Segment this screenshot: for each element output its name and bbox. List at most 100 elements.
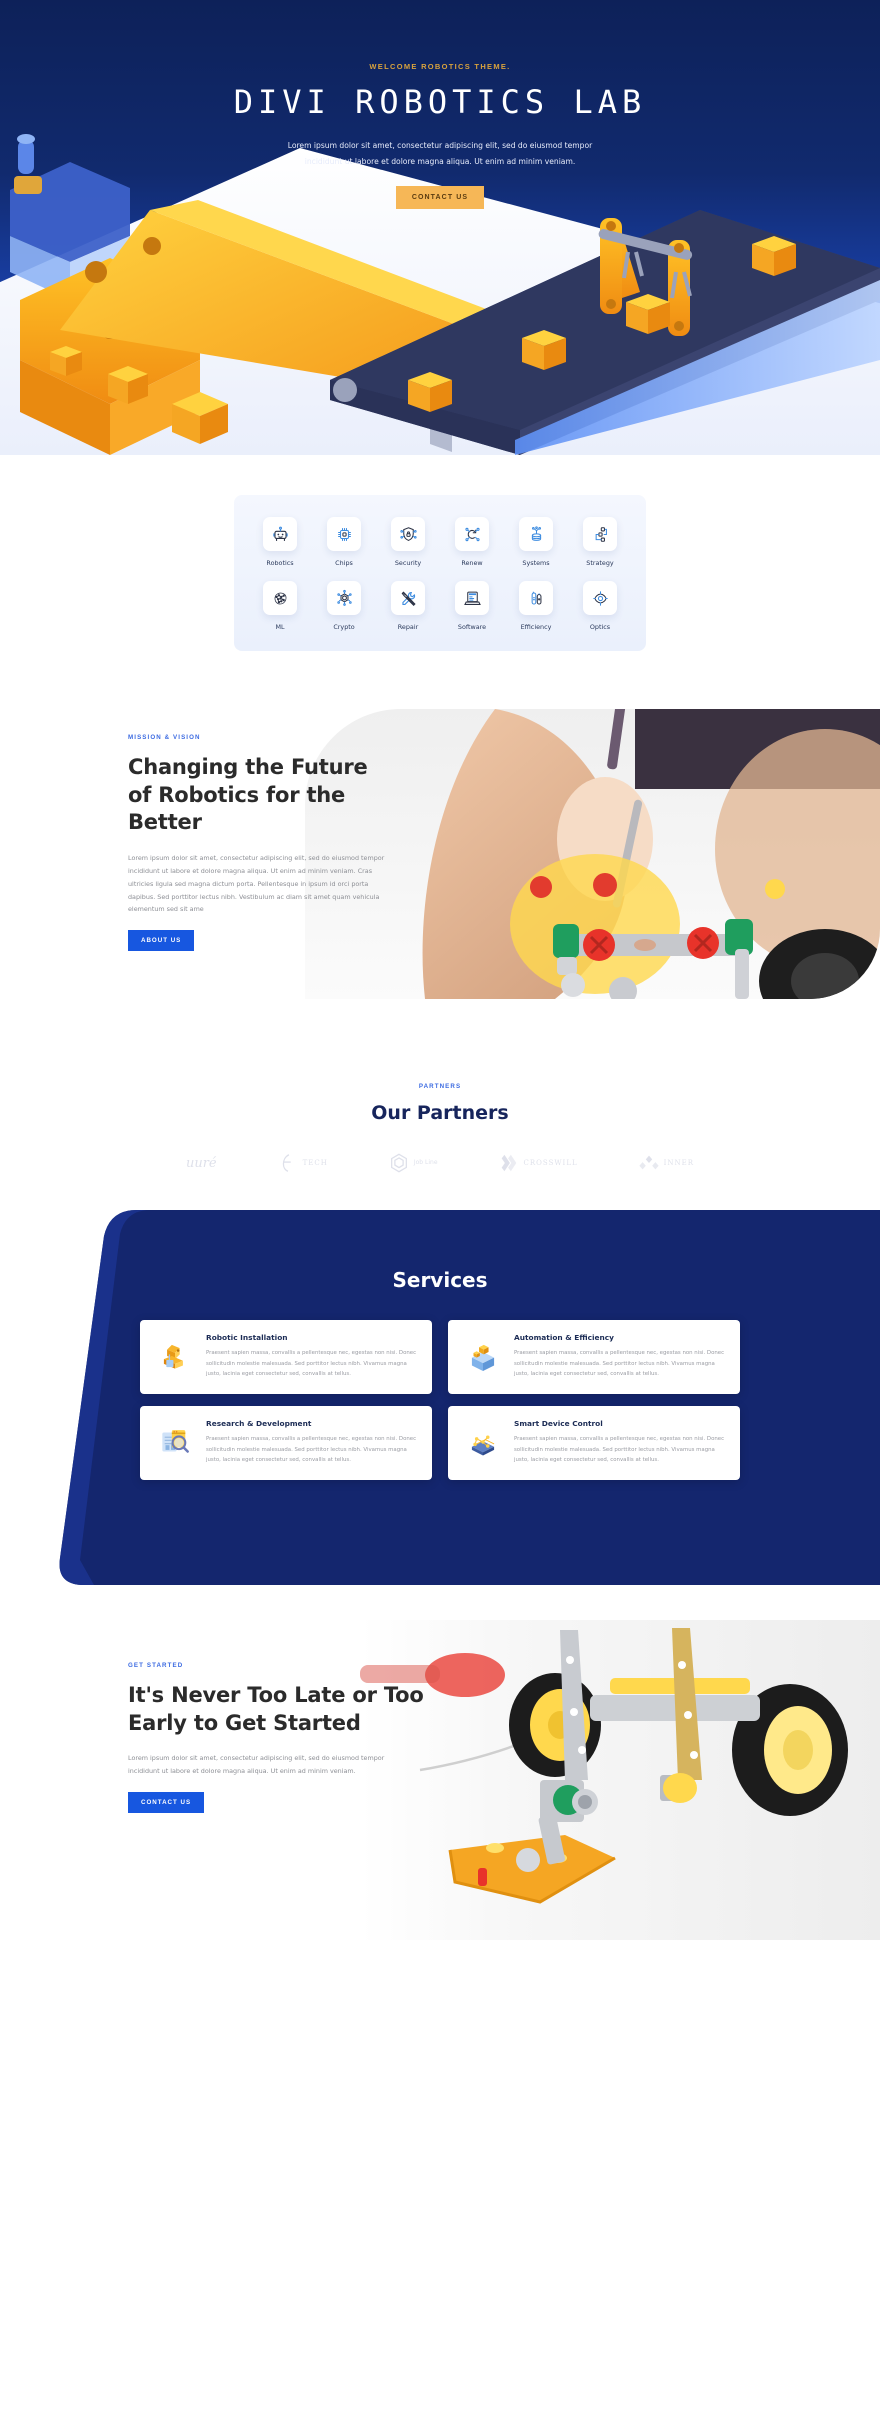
icon-cell-security[interactable]: Security	[376, 517, 440, 567]
icon-label: Strategy	[586, 559, 614, 567]
service-card-title: Research & Development	[206, 1419, 312, 1428]
mission-vision-section: MISSION & VISION Changing the Future of …	[0, 709, 880, 1019]
service-card-text: Praesent sapien massa, convallis a pelle…	[514, 1350, 725, 1378]
get-started-heading: It's Never Too Late or Too Early to Get …	[128, 1683, 424, 1735]
icon-cell-repair[interactable]: Repair	[376, 581, 440, 631]
icon-label: Robotics	[266, 559, 294, 567]
landing-page: WELCOME ROBOTICS THEME. DIVI ROBOTICS LA…	[0, 0, 880, 1944]
eye-lens-icon	[583, 581, 617, 615]
get-started-body: Lorem ipsum dolor sit amet, consectetur …	[128, 1754, 385, 1776]
mission-eyebrow: MISSION & VISION	[128, 734, 201, 741]
icon-grid-section: Robotics Chips Security Renew Systems St…	[0, 455, 880, 691]
icon-cell-systems[interactable]: Systems	[504, 517, 568, 567]
partner-logo-jobline[interactable]: Job Line	[388, 1150, 438, 1176]
icon-label: Software	[457, 623, 487, 631]
icon-grid-panel: Robotics Chips Security Renew Systems St…	[234, 495, 646, 651]
partner-logo-crosswill[interactable]: CROSSWILL	[498, 1150, 578, 1176]
hero-subtitle: Lorem ipsum dolor sit amet, consectetur …	[287, 141, 593, 167]
services-card-grid: Robotic Installation Praesent sapien mas…	[140, 1320, 740, 1480]
mission-heading: Changing the Future of Robotics for the …	[128, 755, 368, 835]
icon-cell-robotics[interactable]: Robotics	[248, 517, 312, 567]
service-card-body: Automation & Efficiency Praesent sapien …	[514, 1333, 726, 1381]
icon-cell-renew[interactable]: Renew	[440, 517, 504, 567]
icon-cell-ml[interactable]: ML	[248, 581, 312, 631]
partner-name-line: Job Line	[413, 1158, 438, 1166]
icon-label: Efficiency	[520, 623, 552, 631]
neural-brain-icon	[263, 581, 297, 615]
partner-name: TECH	[302, 1159, 328, 1167]
services-content: Services Robotic Installation Praesent s…	[0, 1210, 880, 1480]
service-card-robotic-installation[interactable]: Robotic Installation Praesent sapien mas…	[140, 1320, 432, 1394]
partner-logo-tech[interactable]: TECH	[277, 1150, 328, 1176]
hero-title: DIVI ROBOTICS LAB	[233, 83, 647, 121]
get-started-text-block: GET STARTED It's Never Too Late or Too E…	[128, 1662, 448, 1814]
service-card-title: Automation & Efficiency	[514, 1333, 614, 1342]
robot-icon	[263, 517, 297, 551]
icon-grid: Robotics Chips Security Renew Systems St…	[248, 517, 632, 631]
icon-label: Chips	[335, 559, 353, 567]
about-us-button[interactable]: ABOUT US	[128, 930, 195, 952]
partner-logo-inner[interactable]: INNER	[638, 1150, 694, 1176]
partner-logo-uure[interactable]: uuré	[186, 1150, 217, 1176]
service-card-body: Research & Development Praesent sapien m…	[206, 1419, 418, 1467]
robot-arm-icon	[154, 1333, 196, 1381]
icon-cell-software[interactable]: Software	[440, 581, 504, 631]
service-card-automation-efficiency[interactable]: Automation & Efficiency Praesent sapien …	[448, 1320, 740, 1394]
get-started-eyebrow: GET STARTED	[128, 1662, 184, 1669]
magnifier-chart-icon	[154, 1419, 196, 1467]
partners-logo-row: uuré TECH Job Line CROSSWILL INNER	[0, 1150, 880, 1176]
leaf-mark-icon	[282, 1154, 291, 1172]
mission-text-block: MISSION & VISION Changing the Future of …	[128, 734, 393, 952]
partners-section: PARTNERS Our Partners uuré TECH Job Line	[0, 1019, 880, 1186]
icon-cell-strategy[interactable]: Strategy	[568, 517, 632, 567]
icon-cell-crypto[interactable]: Crypto	[312, 581, 376, 631]
get-started-section: GET STARTED It's Never Too Late or Too E…	[0, 1614, 880, 1944]
hero-content: WELCOME ROBOTICS THEME. DIVI ROBOTICS LA…	[0, 0, 880, 210]
laptop-code-icon	[455, 581, 489, 615]
chip-icon	[327, 517, 361, 551]
battery-icon	[519, 581, 553, 615]
icon-cell-efficiency[interactable]: Efficiency	[504, 581, 568, 631]
icon-label: Crypto	[333, 623, 355, 631]
service-card-text: Praesent sapien massa, convallis a pelle…	[206, 1436, 417, 1464]
icon-label: Security	[394, 559, 422, 567]
mission-body: Lorem ipsum dolor sit amet, consectetur …	[128, 854, 385, 914]
partner-name: CROSSWILL	[523, 1159, 578, 1167]
icon-cell-optics[interactable]: Optics	[568, 581, 632, 631]
service-card-text: Praesent sapien massa, convallis a pelle…	[514, 1436, 725, 1464]
service-card-text: Praesent sapien massa, convallis a pelle…	[206, 1350, 417, 1378]
flowchart-icon	[583, 517, 617, 551]
renew-network-icon	[455, 517, 489, 551]
diamond-mark-icon	[501, 1154, 516, 1172]
cluster-mark-icon	[639, 1155, 659, 1170]
partner-name: uuré	[185, 1155, 217, 1171]
hero-contact-us-button[interactable]: CONTACT US	[395, 186, 485, 210]
partner-name: INNER	[663, 1159, 695, 1167]
icon-label: Repair	[397, 623, 419, 631]
server-antenna-icon	[519, 517, 553, 551]
hex-mark-icon	[390, 1153, 407, 1173]
hero-eyebrow: WELCOME ROBOTICS THEME.	[369, 62, 511, 71]
service-card-smart-device-control[interactable]: Smart Device Control Praesent sapien mas…	[448, 1406, 740, 1480]
service-card-body: Smart Device Control Praesent sapien mas…	[514, 1419, 726, 1467]
icon-label: Systems	[522, 559, 550, 567]
wrench-screwdriver-icon	[391, 581, 425, 615]
hero-section: WELCOME ROBOTICS THEME. DIVI ROBOTICS LA…	[0, 0, 880, 455]
icon-cell-chips[interactable]: Chips	[312, 517, 376, 567]
icon-label: Optics	[589, 623, 611, 631]
service-card-body: Robotic Installation Praesent sapien mas…	[206, 1333, 418, 1381]
service-card-title: Smart Device Control	[514, 1419, 603, 1428]
partner-name: Job Line	[413, 1158, 438, 1167]
service-card-title: Robotic Installation	[206, 1333, 288, 1342]
icon-label: Renew	[461, 559, 483, 567]
network-tablet-icon	[462, 1419, 504, 1467]
hexagon-node-icon	[327, 581, 361, 615]
icon-label: ML	[275, 623, 285, 631]
shield-lock-icon	[391, 517, 425, 551]
services-title: Services	[392, 1268, 488, 1292]
service-card-research-development[interactable]: Research & Development Praesent sapien m…	[140, 1406, 432, 1480]
services-section: Services Robotic Installation Praesent s…	[0, 1210, 880, 1600]
open-box-icon	[462, 1333, 504, 1381]
partners-eyebrow: PARTNERS	[418, 1083, 462, 1090]
get-started-contact-us-button[interactable]: CONTACT US	[128, 1792, 205, 1814]
